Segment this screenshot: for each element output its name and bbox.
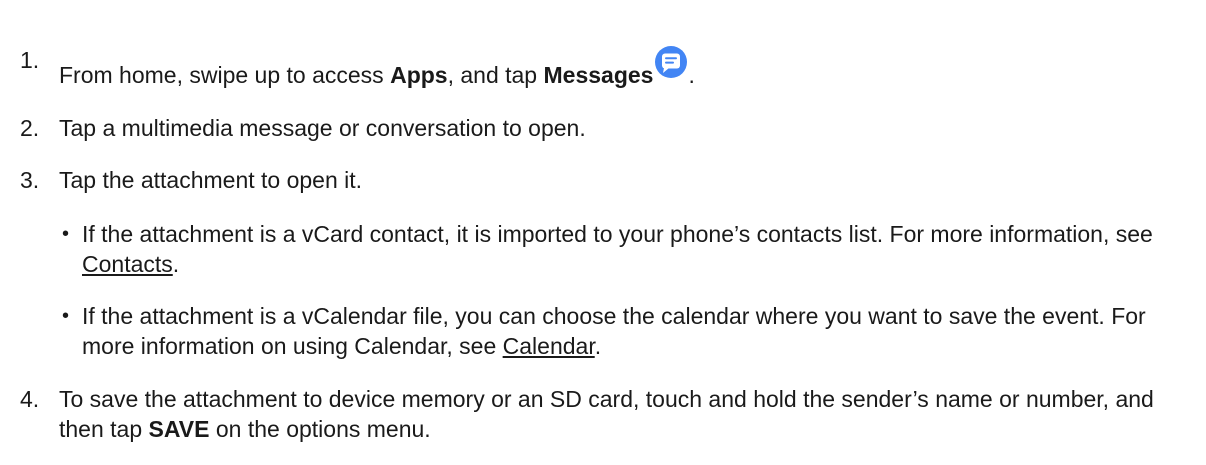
step-text: Tap the attachment to open it. bbox=[59, 167, 363, 193]
messages-app-icon bbox=[655, 46, 688, 78]
step-number: 4. bbox=[20, 386, 40, 412]
step-number: 2. bbox=[20, 115, 40, 141]
bullet-item-vcard: • If the attachment is a vCard contact, … bbox=[62, 219, 1186, 279]
step-number: 3. bbox=[20, 167, 40, 193]
apps-label: Apps bbox=[390, 62, 448, 88]
messages-label: Messages bbox=[543, 62, 654, 88]
bullet-marker: • bbox=[62, 223, 70, 245]
contacts-link[interactable]: Contacts bbox=[82, 251, 173, 277]
bullet-marker: • bbox=[62, 305, 70, 327]
bullet-item-vcalendar: • If the attachment is a vCalendar file,… bbox=[62, 301, 1186, 361]
step-text: Tap a multimedia message or conversation… bbox=[59, 115, 586, 141]
step-text: To save the attachment to device memory … bbox=[59, 386, 1154, 442]
step-3: 3. Tap the attachment to open it. bbox=[20, 165, 1186, 195]
step-text: From home, swipe up to access Apps, and … bbox=[59, 45, 1186, 90]
save-label: SAVE bbox=[148, 416, 210, 442]
step-number: 1. bbox=[20, 47, 40, 73]
bullet-text: If the attachment is a vCalendar file, y… bbox=[82, 303, 1146, 359]
step-1: 1. From home, swipe up to access Apps, a… bbox=[20, 45, 1186, 90]
step-4: 4. To save the attachment to device memo… bbox=[20, 384, 1186, 444]
calendar-link[interactable]: Calendar bbox=[503, 333, 595, 359]
bullet-text: If the attachment is a vCard contact, it… bbox=[82, 221, 1153, 277]
step-2: 2. Tap a multimedia message or conversat… bbox=[20, 113, 1186, 143]
